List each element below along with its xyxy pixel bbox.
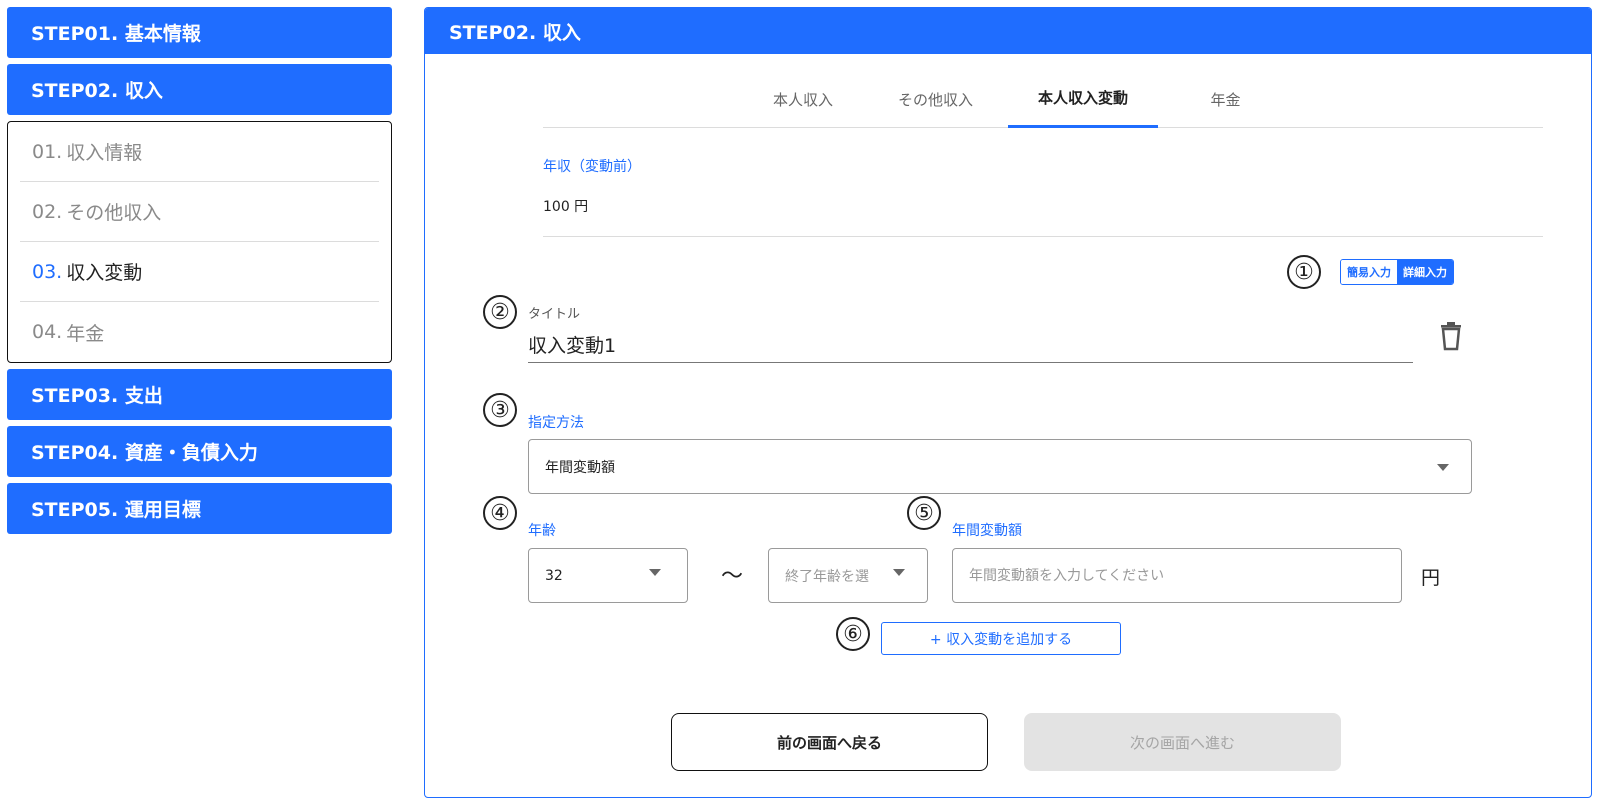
substep-label: 年金 <box>66 322 105 345</box>
next-button: 次の画面へ進む <box>1024 713 1341 771</box>
step02-substep-list: 01. 収入情報 02. その他収入 03. 収入変動 04. 年金 <box>7 121 392 363</box>
tab-other-income[interactable]: その他収入 <box>868 70 1003 128</box>
amount-input[interactable] <box>952 548 1402 603</box>
end-age-select[interactable]: 終了年齢を選 <box>768 548 928 603</box>
substep-number: 03. <box>32 260 63 283</box>
annual-income-value: 100 円 <box>543 199 589 215</box>
add-income-change-button[interactable]: + 収入変動を追加する <box>881 622 1121 655</box>
step02-button[interactable]: STEP02. 収入 <box>7 64 392 115</box>
annual-income-label: 年収（変動前） <box>543 159 641 175</box>
input-mode-toggle: 簡易入力 詳細入力 <box>1340 259 1454 285</box>
substep-other-income[interactable]: 02. その他収入 <box>20 182 379 242</box>
title-label: タイトル <box>528 307 581 322</box>
marker-6: ⑥ <box>836 617 870 651</box>
age-label: 年齢 <box>528 523 556 539</box>
back-button[interactable]: 前の画面へ戻る <box>671 713 988 771</box>
substep-number: 02. <box>32 200 63 223</box>
step01-button[interactable]: STEP01. 基本情報 <box>7 7 392 58</box>
main-panel: STEP02. 収入 本人収入 その他収入 本人収入変動 年金 年収（変動前） … <box>424 7 1592 798</box>
tab-bar: 本人収入 その他収入 本人収入変動 年金 <box>543 70 1543 128</box>
method-select-value: 年間変動額 <box>545 459 615 476</box>
divider <box>543 236 1543 237</box>
substep-income-info[interactable]: 01. 収入情報 <box>20 122 379 182</box>
substep-label: 収入変動 <box>66 262 143 284</box>
marker-3: ③ <box>483 393 517 427</box>
step05-button[interactable]: STEP05. 運用目標 <box>7 483 392 534</box>
tab-own-income-change[interactable]: 本人収入変動 <box>1008 70 1158 128</box>
simple-input-option[interactable]: 簡易入力 <box>1341 260 1397 284</box>
title-input[interactable] <box>528 326 1413 363</box>
end-age-placeholder: 終了年齢を選 <box>785 568 869 585</box>
chevron-down-icon <box>649 569 661 576</box>
marker-1: ① <box>1287 255 1321 289</box>
start-age-value: 32 <box>545 567 563 584</box>
chevron-down-icon <box>1437 464 1449 471</box>
substep-number: 04. <box>32 321 63 343</box>
substep-label: その他収入 <box>66 202 162 224</box>
panel-header: STEP02. 収入 <box>425 8 1591 54</box>
marker-2: ② <box>483 295 517 329</box>
tab-own-income[interactable]: 本人収入 <box>743 70 863 128</box>
tab-pension[interactable]: 年金 <box>1168 70 1283 128</box>
step03-button[interactable]: STEP03. 支出 <box>7 369 392 420</box>
step04-button[interactable]: STEP04. 資産・負債入力 <box>7 426 392 477</box>
substep-number: 01. <box>32 140 63 163</box>
marker-5: ⑤ <box>907 496 941 530</box>
substep-income-change[interactable]: 03. 収入変動 <box>20 242 379 302</box>
substep-pension[interactable]: 04. 年金 <box>20 302 379 362</box>
detail-input-option[interactable]: 詳細入力 <box>1397 260 1453 284</box>
amount-label: 年間変動額 <box>952 523 1022 539</box>
method-label: 指定方法 <box>528 415 584 431</box>
start-age-select[interactable]: 32 <box>528 548 688 603</box>
yen-unit: 円 <box>1421 567 1441 589</box>
method-select[interactable]: 年間変動額 <box>528 439 1472 494</box>
marker-4: ④ <box>483 496 517 530</box>
range-tilde: ～ <box>721 564 744 589</box>
sidebar: STEP01. 基本情報 STEP02. 収入 01. 収入情報 02. その他… <box>7 7 392 540</box>
substep-label: 収入情報 <box>66 142 143 164</box>
trash-icon[interactable] <box>1437 321 1465 351</box>
chevron-down-icon <box>893 569 905 576</box>
